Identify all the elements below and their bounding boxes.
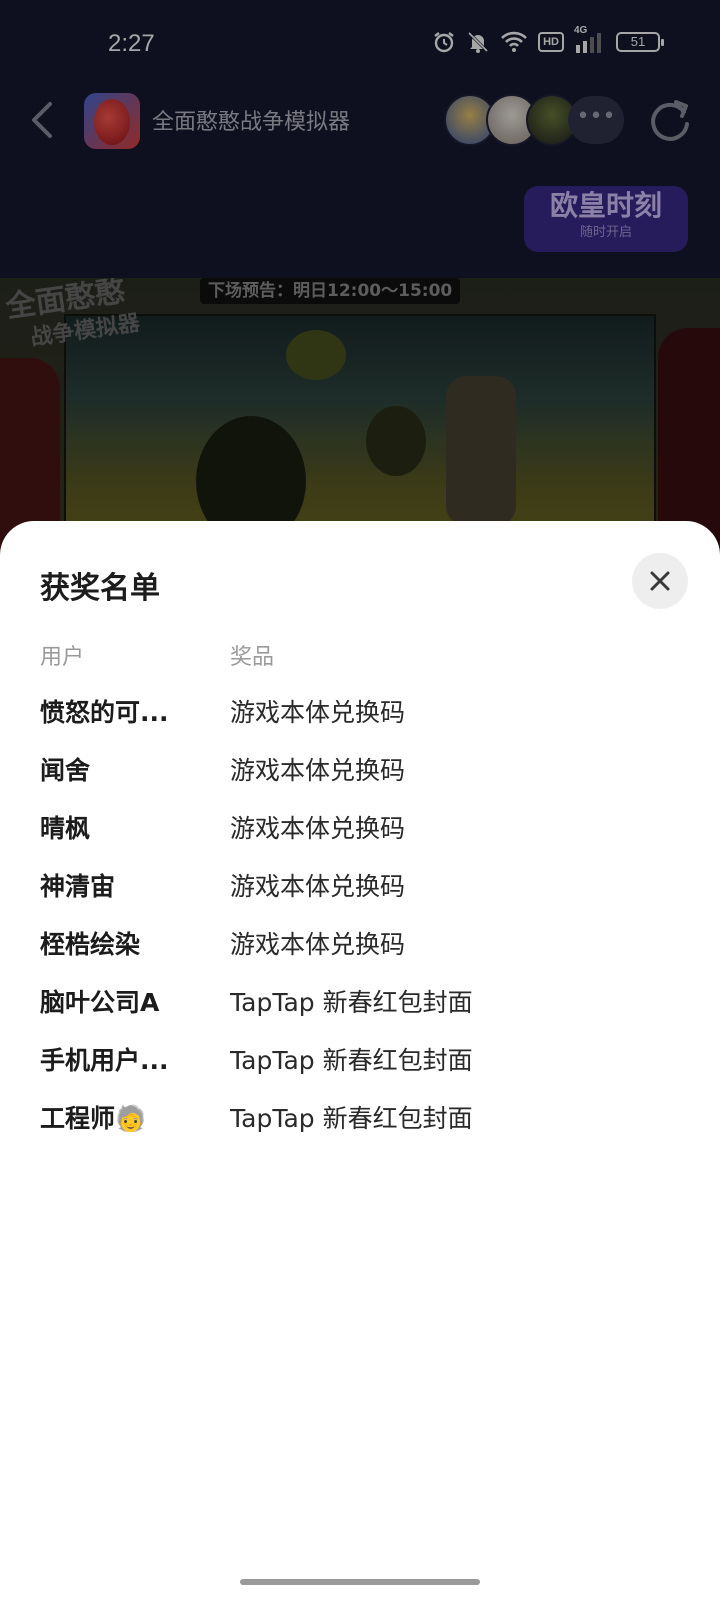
winner-row: 闻舍 游戏本体兑换码 <box>0 747 720 805</box>
winner-user: 工程师🧓 <box>40 1104 147 1133</box>
column-header-user: 用户 <box>40 645 85 670</box>
winner-row: 手机用户... TapTap 新春红包封面 <box>0 1037 720 1095</box>
winner-user: 闻舍 <box>40 756 91 785</box>
winner-prize: TapTap 新春红包封面 <box>230 1046 473 1075</box>
home-indicator[interactable] <box>240 1579 480 1585</box>
winner-prize: 游戏本体兑换码 <box>230 756 406 785</box>
winner-user: 愤怒的可... <box>40 698 169 727</box>
winner-row: 桎梏绘染 游戏本体兑换码 <box>0 921 720 979</box>
close-button[interactable] <box>632 553 688 609</box>
winner-row: 脑叶公司A TapTap 新春红包封面 <box>0 979 720 1037</box>
winners-sheet: 获奖名单 用户 奖品 愤怒的可... 游戏本体兑换码 闻舍 游戏本体兑换码 晴枫… <box>0 521 720 1600</box>
winner-user: 桎梏绘染 <box>40 930 141 959</box>
close-icon <box>650 571 670 591</box>
winner-user: 晴枫 <box>40 814 91 843</box>
winner-list: 愤怒的可... 游戏本体兑换码 闻舍 游戏本体兑换码 晴枫 游戏本体兑换码 神清… <box>0 689 720 1153</box>
sheet-title: 获奖名单 <box>40 571 160 606</box>
dim-overlay[interactable] <box>0 0 720 560</box>
winner-row: 神清宙 游戏本体兑换码 <box>0 863 720 921</box>
winner-prize: 游戏本体兑换码 <box>230 698 406 727</box>
winner-user: 脑叶公司A <box>40 988 160 1017</box>
winner-row: 工程师🧓 TapTap 新春红包封面 <box>0 1095 720 1153</box>
winner-prize: 游戏本体兑换码 <box>230 814 406 843</box>
winner-user: 神清宙 <box>40 872 116 901</box>
background-app: 2:27 HD 4G 51 全面憨憨战争模拟器 ••• 欧皇时刻 随时开启 全面… <box>0 0 720 560</box>
winner-user: 手机用户... <box>40 1046 169 1075</box>
winner-prize: TapTap 新春红包封面 <box>230 1104 473 1133</box>
winner-prize: 游戏本体兑换码 <box>230 872 406 901</box>
winner-row: 愤怒的可... 游戏本体兑换码 <box>0 689 720 747</box>
winner-prize: TapTap 新春红包封面 <box>230 988 473 1017</box>
column-header-prize: 奖品 <box>230 645 275 670</box>
winner-row: 晴枫 游戏本体兑换码 <box>0 805 720 863</box>
winner-prize: 游戏本体兑换码 <box>230 930 406 959</box>
